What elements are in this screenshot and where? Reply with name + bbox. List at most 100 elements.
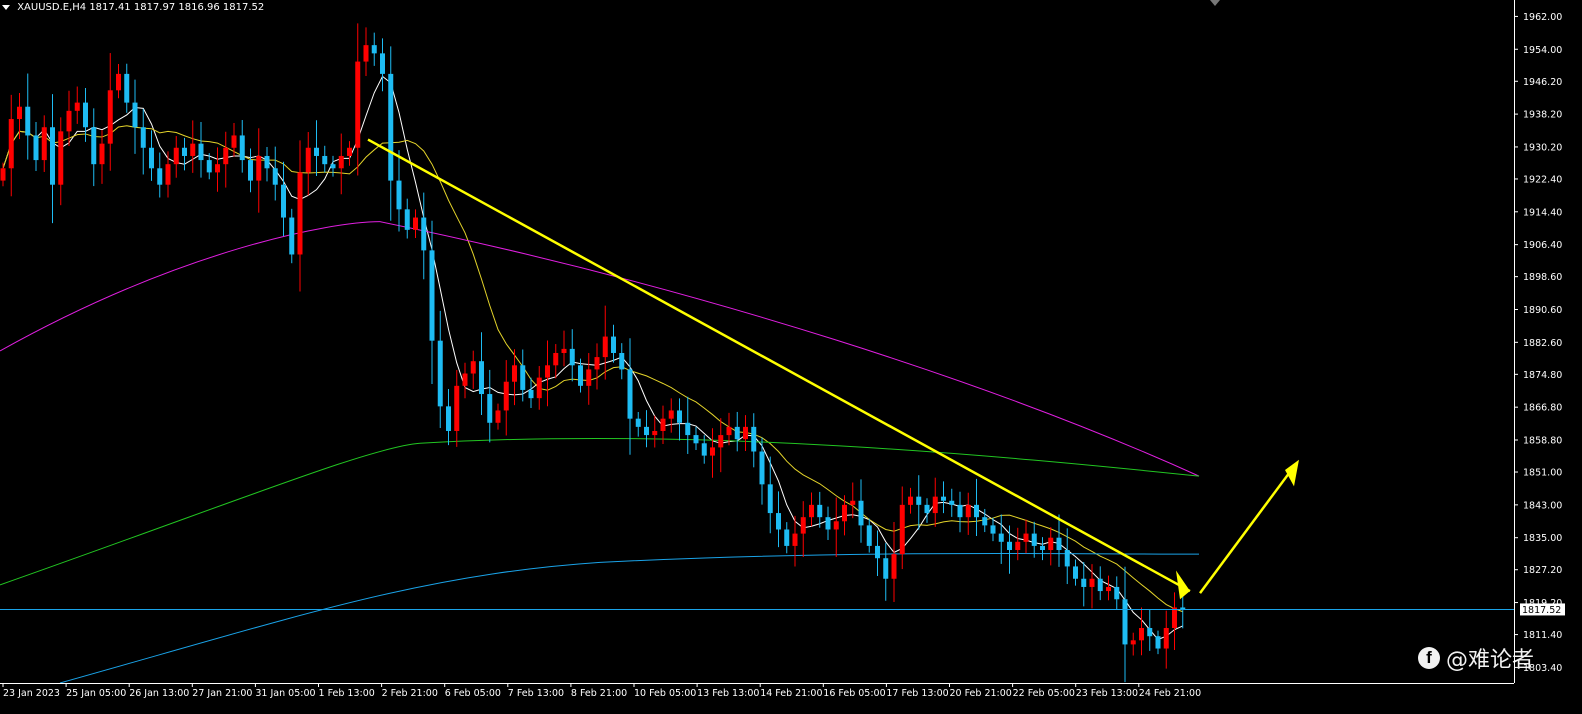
candle-body — [528, 389, 534, 399]
y-tick-label: 1882.60 — [1523, 338, 1562, 349]
y-tick-label: 1866.80 — [1523, 403, 1562, 414]
candle-body — [866, 525, 872, 546]
y-tick-label: 1906.40 — [1523, 240, 1562, 251]
candle-body — [594, 357, 600, 370]
candle-body — [157, 168, 163, 185]
candle-body — [1147, 627, 1153, 637]
x-tick-label: 23 Feb 13:00 — [1076, 688, 1138, 699]
candle-body — [553, 352, 559, 366]
x-tick-label: 1 Feb 13:00 — [319, 688, 375, 699]
candle-body — [693, 435, 699, 444]
y-tick-label: 1851.00 — [1523, 468, 1562, 479]
y-tick-label: 1922.40 — [1523, 174, 1562, 185]
candle-body — [437, 340, 443, 407]
candle-body — [1089, 578, 1095, 587]
candle-body — [792, 533, 798, 546]
candle-body — [322, 155, 328, 165]
x-tick-label: 16 Feb 05:00 — [823, 688, 885, 699]
candle-body — [817, 504, 823, 518]
candle-body — [487, 394, 493, 423]
candle-body — [776, 513, 781, 530]
candle-body — [248, 160, 253, 181]
candle-body — [644, 426, 649, 436]
x-tick-label: 31 Jan 05:00 — [255, 688, 315, 699]
candle-body — [965, 504, 971, 518]
candle-body — [825, 517, 831, 530]
candle-body — [74, 102, 80, 111]
candle-body — [58, 131, 64, 185]
candle-body — [297, 172, 303, 255]
candle-body — [41, 127, 47, 161]
candle-body — [190, 143, 196, 156]
chart-root[interactable]: 1962.00 1954.00 1946.20 1938.20 1930.20 1922.… — [0, 0, 1582, 710]
candle-body — [116, 73, 121, 91]
candle-body — [1106, 586, 1111, 592]
candle-body — [924, 504, 930, 514]
y-tick-label: 1811.40 — [1523, 630, 1562, 641]
header-menu-icon[interactable] — [2, 4, 10, 10]
candle-body — [858, 500, 864, 526]
candle-body — [932, 496, 938, 514]
shift-marker-icon[interactable] — [1210, 0, 1220, 6]
ma-slow-line — [379, 221, 1200, 477]
candle-body — [33, 135, 39, 161]
candle-body — [611, 336, 616, 353]
candle-body — [998, 533, 1004, 542]
x-tick-label: 14 Feb 21:00 — [760, 688, 822, 699]
candle-body — [759, 451, 765, 485]
candle-body — [718, 435, 724, 448]
x-tick-label: 26 Jan 13:00 — [129, 688, 189, 699]
ma-blue-line — [59, 561, 601, 684]
x-tick-label: 27 Jan 21:00 — [192, 688, 252, 699]
y-tick-label: 1858.80 — [1523, 436, 1562, 447]
candle-body — [198, 143, 204, 161]
candle-body — [586, 369, 592, 386]
downtrend-arrowhead — [1176, 570, 1190, 600]
y-tick-label: 1930.20 — [1523, 142, 1562, 153]
candle-body — [380, 53, 385, 74]
candle-body — [25, 106, 31, 136]
candle-body — [627, 369, 633, 419]
candle-body — [1172, 607, 1177, 628]
y-tick-label: 1898.60 — [1523, 272, 1562, 283]
candle-body — [941, 496, 946, 501]
candle-body — [446, 406, 451, 431]
candle-body — [1097, 578, 1103, 592]
candle-body — [1023, 533, 1029, 542]
watermark-text: @难论者 — [1446, 648, 1535, 673]
x-tick-label: 7 Feb 13:00 — [508, 688, 564, 699]
y-tick-label: 1874.80 — [1523, 370, 1562, 381]
candle-body — [91, 127, 97, 165]
candle-body — [66, 110, 72, 132]
ma-green-line — [0, 442, 421, 586]
candle-body — [982, 517, 988, 526]
candle-body — [206, 160, 212, 173]
candle-body — [1007, 541, 1012, 551]
candle-body — [734, 426, 740, 440]
x-tick-label: 25 Jan 05:00 — [66, 688, 126, 699]
candle-body — [512, 365, 517, 382]
projection-arrowhead — [1285, 459, 1299, 487]
y-tick-label: 1835.00 — [1523, 533, 1562, 544]
candle-body — [899, 504, 905, 555]
candle-body — [347, 147, 352, 156]
candle-body — [363, 45, 369, 62]
price-chart[interactable]: 1962.00 1954.00 1946.20 1938.20 1930.20 1922.… — [0, 0, 1582, 710]
candle-body — [1048, 537, 1054, 551]
x-tick-label: 23 Jan 2023 — [3, 688, 60, 699]
candle-body — [99, 143, 105, 165]
facebook-icon: f — [1418, 647, 1440, 669]
candle-body — [215, 164, 220, 173]
symbol-timeframe: XAUUSD.E,H4 — [17, 2, 87, 13]
y-tick-label: 1938.20 — [1523, 110, 1562, 121]
candle-body — [751, 426, 757, 452]
candle-body — [1073, 566, 1078, 579]
x-tick-label: 17 Feb 13:00 — [886, 688, 948, 699]
candle-body — [454, 385, 460, 431]
current-price-label: 1817.52 — [1522, 605, 1561, 616]
x-tick-label: 20 Feb 21:00 — [950, 688, 1012, 699]
y-tick-label: 1962.00 — [1523, 12, 1562, 23]
candle-body — [726, 426, 732, 436]
candle-body — [767, 484, 773, 514]
candle-body — [83, 102, 88, 128]
